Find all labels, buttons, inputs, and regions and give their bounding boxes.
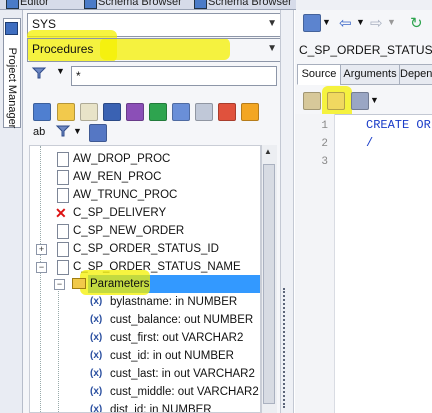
back-arrow-icon[interactable]: ⇦ — [339, 14, 352, 32]
tab-schema-browser-2[interactable]: Schema Browser — [192, 0, 292, 9]
edit-source-icon[interactable] — [327, 92, 345, 110]
edit-icon[interactable] — [80, 103, 98, 121]
chevron-down-icon[interactable]: ▼ — [267, 14, 277, 34]
document-icon — [57, 152, 69, 167]
expand-plus-icon[interactable]: + — [36, 244, 47, 255]
filter-icon[interactable] — [31, 66, 47, 80]
invalid-x-icon: ✕ — [55, 205, 67, 221]
project-manager-label: Project Manager — [6, 47, 18, 129]
schema-browser-icon — [194, 0, 207, 9]
format-icon[interactable] — [351, 92, 369, 110]
folder-icon — [72, 278, 86, 289]
save-icon[interactable] — [103, 103, 121, 121]
tab-dependencies[interactable]: Dependencies — [399, 64, 432, 85]
parameter-icon: (x) — [90, 368, 103, 379]
tree-guide — [40, 146, 41, 412]
object-type-select[interactable]: Procedures ▼ — [27, 38, 283, 62]
document-icon — [57, 188, 69, 203]
collapse-minus-icon[interactable]: − — [36, 262, 47, 273]
splitter-handle[interactable] — [283, 288, 289, 408]
chevron-down-icon[interactable]: ▼ — [73, 126, 82, 136]
chevron-down-icon[interactable]: ▼ — [56, 66, 65, 76]
tab-schema-browser[interactable]: Schema Browser — [82, 0, 182, 9]
document-icon — [57, 260, 69, 275]
line-number: 2 — [321, 138, 328, 150]
line-number: 1 — [321, 120, 328, 132]
chevron-down-icon[interactable]: ▼ — [370, 95, 379, 105]
scroll-up-arrow[interactable]: ▲ — [264, 147, 272, 156]
execute-icon[interactable] — [149, 103, 167, 121]
object-tree[interactable]: AW_DROP_PROC AW_REN_PROC AW_TRUNC_PROC ✕… — [29, 145, 261, 413]
line-number: 3 — [321, 156, 328, 168]
code-line[interactable]: / — [366, 136, 373, 150]
tab-source[interactable]: Source — [297, 64, 341, 85]
collapse-minus-icon[interactable]: − — [54, 279, 65, 290]
schema-browser-icon — [84, 0, 97, 9]
scrollbar-thumb[interactable] — [263, 164, 275, 404]
document-icon — [57, 224, 69, 239]
parameter-icon: (x) — [90, 296, 103, 307]
paste-icon[interactable] — [303, 92, 321, 110]
favorites-icon[interactable] — [241, 103, 259, 121]
chevron-down-icon[interactable]: ▼ — [356, 17, 365, 27]
refresh-icon[interactable] — [33, 103, 51, 121]
document-icon — [57, 170, 69, 185]
sql-icon[interactable] — [195, 103, 213, 121]
forward-arrow-icon[interactable]: ⇨ — [370, 14, 383, 32]
tab-arguments[interactable]: Arguments — [340, 64, 400, 85]
new-object-icon[interactable] — [57, 103, 75, 121]
debug-icon[interactable] — [172, 103, 190, 121]
filter-input[interactable]: * — [71, 66, 277, 86]
ab-icon[interactable]: ab — [33, 126, 45, 138]
code-line[interactable]: CREATE OR — [366, 118, 431, 132]
document-icon — [57, 242, 69, 257]
parameter-icon: (x) — [90, 314, 103, 325]
editor-icon — [6, 0, 19, 9]
top-tab-strip: Editor Schema Browser Schema Browser — [0, 0, 432, 10]
parameter-icon: (x) — [90, 350, 103, 361]
parameter-icon: (x) — [90, 332, 103, 343]
parameter-icon: (x) — [90, 386, 103, 397]
top-right-fill — [296, 0, 432, 10]
object-title: C_SP_ORDER_STATUS_NAME — [299, 43, 432, 57]
tree-guide — [58, 281, 59, 412]
details-icon[interactable] — [89, 124, 107, 142]
chevron-down-icon[interactable]: ▼ — [387, 17, 396, 27]
refresh-icon[interactable] — [303, 14, 321, 32]
chevron-down-icon[interactable]: ▼ — [322, 17, 331, 27]
tab-editor[interactable]: Editor — [4, 0, 49, 9]
chevron-down-icon[interactable]: ▼ — [267, 39, 277, 59]
compile-icon[interactable] — [126, 103, 144, 121]
parameter-icon: (x) — [90, 404, 103, 413]
refresh-green-icon[interactable]: ↻ — [410, 14, 423, 32]
drop-icon[interactable] — [218, 103, 236, 121]
filter-icon[interactable] — [55, 124, 71, 138]
